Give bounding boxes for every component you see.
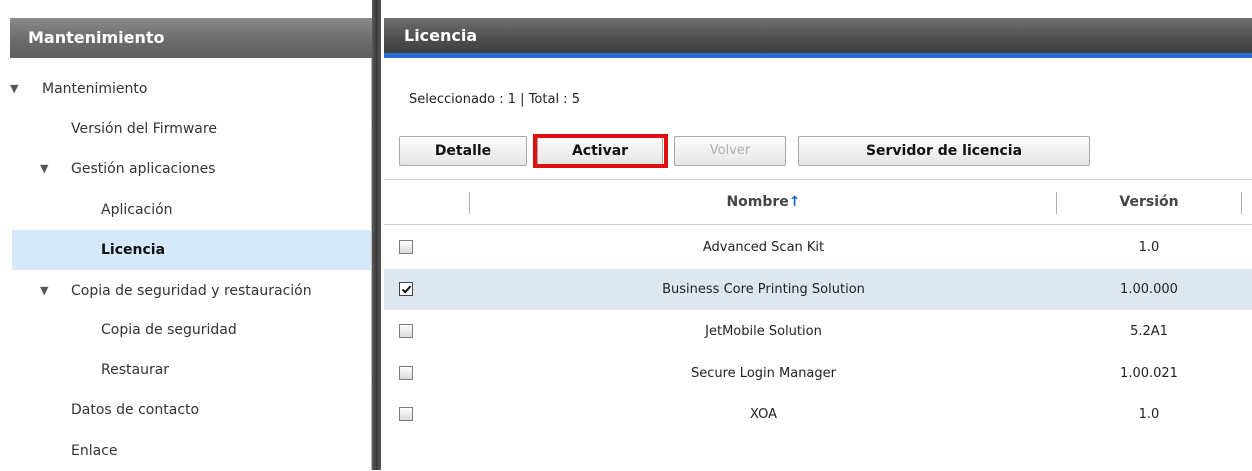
sidebar-item-firmware-version[interactable]: Versión del Firmware bbox=[0, 109, 371, 149]
table-row[interactable]: Business Core Printing Solution 1.00.000 bbox=[384, 269, 1252, 310]
column-divider bbox=[1241, 192, 1242, 214]
sidebar: Mantenimiento ▼ Mantenimiento Versión de… bbox=[0, 0, 372, 470]
back-button[interactable]: Volver bbox=[674, 136, 786, 166]
row-checkbox[interactable] bbox=[399, 407, 413, 421]
row-version: 1.00.000 bbox=[1120, 282, 1178, 297]
sidebar-item-label: Copia de seguridad bbox=[101, 322, 237, 338]
table-row[interactable]: Secure Login Manager 1.00.021 bbox=[384, 353, 1252, 394]
sidebar-item-label: Gestión aplicaciones bbox=[71, 161, 216, 177]
sidebar-item-link[interactable]: Enlace bbox=[0, 431, 371, 471]
detail-button[interactable]: Detalle bbox=[399, 136, 527, 166]
column-divider bbox=[469, 192, 470, 214]
expand-arrow-icon[interactable]: ▼ bbox=[40, 271, 48, 311]
sidebar-item-application[interactable]: Aplicación bbox=[0, 190, 371, 230]
row-name: JetMobile Solution bbox=[705, 324, 822, 339]
table-row[interactable]: Advanced Scan Kit 1.0 bbox=[384, 227, 1252, 268]
row-version: 1.00.021 bbox=[1120, 366, 1178, 381]
main-panel: Licencia Seleccionado : 1 | Total : 5 De… bbox=[381, 0, 1252, 470]
row-version: 1.0 bbox=[1138, 240, 1160, 255]
sidebar-tree: ▼ Mantenimiento Versión del Firmware ▼ G… bbox=[0, 58, 372, 470]
row-checkbox[interactable] bbox=[399, 366, 413, 380]
sidebar-item-label: Enlace bbox=[71, 443, 118, 459]
row-name: Advanced Scan Kit bbox=[702, 240, 825, 255]
sort-ascending-icon: ↑ bbox=[788, 194, 801, 210]
sidebar-item-contact-data[interactable]: Datos de contacto bbox=[0, 390, 371, 430]
sidebar-item-backup[interactable]: Copia de seguridad bbox=[0, 310, 371, 350]
column-header-label: Nombre bbox=[726, 194, 789, 210]
sidebar-item-label: Copia de seguridad y restauración bbox=[71, 283, 312, 299]
row-checkbox[interactable] bbox=[399, 240, 413, 254]
expand-arrow-icon[interactable]: ▼ bbox=[10, 69, 18, 109]
activate-button[interactable]: Activar bbox=[537, 136, 663, 166]
sidebar-title: Mantenimiento bbox=[10, 18, 372, 58]
sidebar-item-restore[interactable]: Restaurar bbox=[0, 350, 371, 390]
sidebar-item-label: Restaurar bbox=[101, 362, 170, 378]
row-version: 1.0 bbox=[1138, 407, 1160, 422]
sidebar-item-label: Mantenimiento bbox=[42, 81, 148, 97]
row-checkbox[interactable] bbox=[399, 282, 413, 296]
column-header-name[interactable]: Nombre↑ bbox=[471, 180, 1056, 224]
row-version: 5.2A1 bbox=[1130, 324, 1168, 339]
row-name: Secure Login Manager bbox=[690, 366, 836, 381]
sidebar-item-label: Licencia bbox=[101, 242, 166, 258]
expand-arrow-icon[interactable]: ▼ bbox=[40, 149, 48, 189]
row-checkbox[interactable] bbox=[399, 324, 413, 338]
sidebar-item-label: Aplicación bbox=[101, 202, 173, 218]
checkmark-icon bbox=[401, 285, 412, 294]
panel-splitter[interactable] bbox=[372, 0, 381, 470]
sidebar-item-label: Datos de contacto bbox=[71, 402, 200, 418]
sidebar-item-label: Versión del Firmware bbox=[71, 121, 217, 137]
selection-status: Seleccionado : 1 | Total : 5 bbox=[409, 92, 580, 107]
license-server-button[interactable]: Servidor de licencia bbox=[798, 136, 1090, 166]
row-name: XOA bbox=[750, 407, 777, 422]
sidebar-item-license[interactable]: Licencia bbox=[12, 230, 371, 270]
table-header: Nombre↑ Versión bbox=[384, 179, 1252, 225]
page-title: Licencia bbox=[384, 18, 1252, 58]
table-row[interactable]: JetMobile Solution 5.2A1 bbox=[384, 311, 1252, 352]
column-header-version[interactable]: Versión bbox=[1058, 180, 1240, 224]
row-name: Business Core Printing Solution bbox=[662, 282, 865, 297]
column-divider bbox=[1056, 192, 1057, 214]
sidebar-item-backup-restore[interactable]: ▼ Copia de seguridad y restauración bbox=[0, 271, 371, 311]
sidebar-item-app-management[interactable]: ▼ Gestión aplicaciones bbox=[0, 149, 371, 189]
table-row[interactable]: XOA 1.0 bbox=[384, 394, 1252, 435]
sidebar-item-mantenimiento[interactable]: ▼ Mantenimiento bbox=[0, 69, 371, 109]
